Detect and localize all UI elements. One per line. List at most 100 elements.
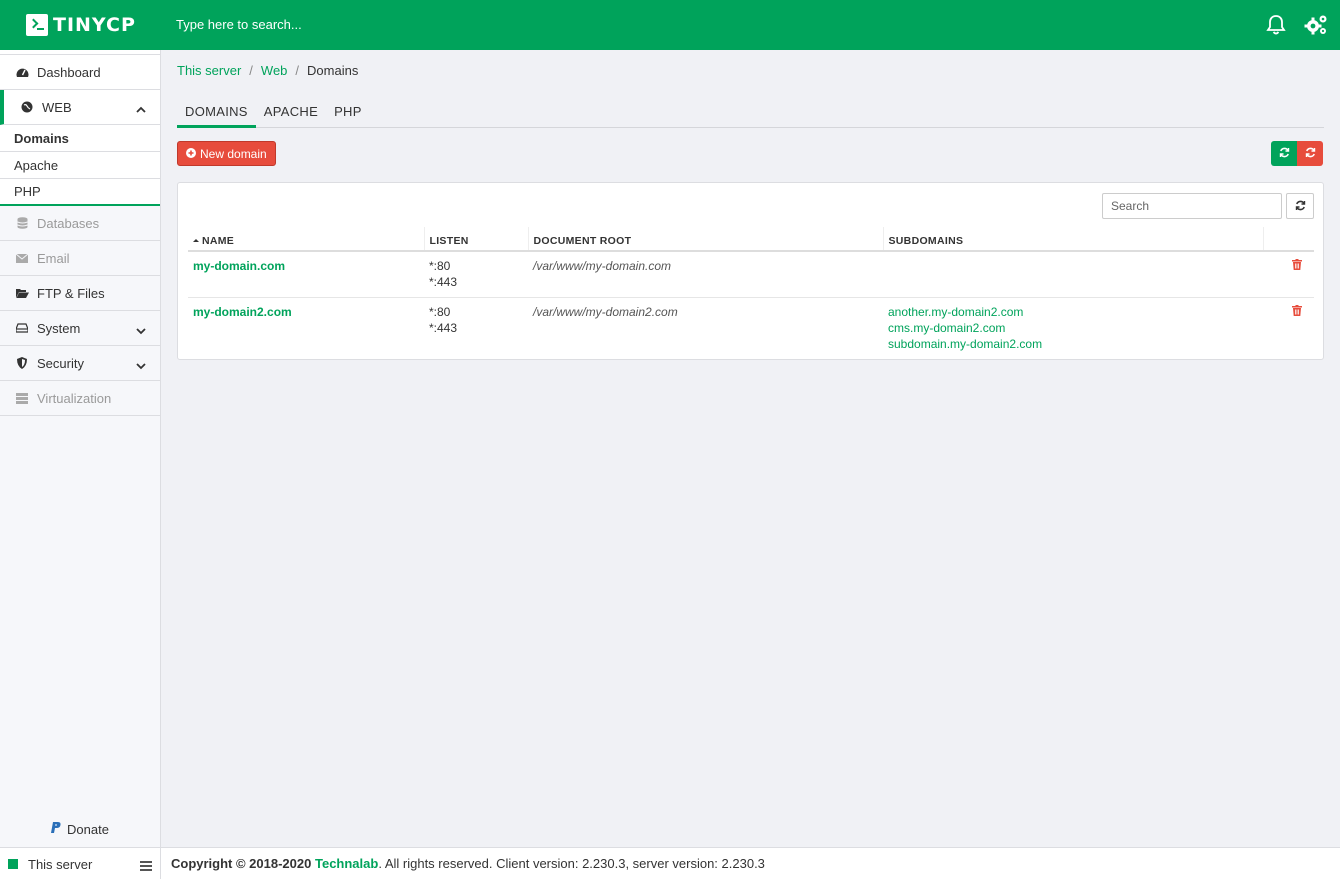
sidebar-item-label: Virtualization xyxy=(37,390,112,406)
globe-icon xyxy=(20,100,34,114)
chevron-down-icon xyxy=(136,323,146,338)
tab-apache[interactable]: APACHE xyxy=(256,100,326,128)
sidebar-subitem-domains[interactable]: Domains xyxy=(0,125,160,152)
listen-value: *:80 xyxy=(429,259,451,273)
sidebar-item-dashboard[interactable]: Dashboard xyxy=(0,55,160,90)
breadcrumb-separator: / xyxy=(249,63,253,78)
sidebar: Dashboard WEB Domains Apache PHP Databas… xyxy=(0,50,161,847)
subdomain-link[interactable]: cms.my-domain2.com xyxy=(888,320,1258,336)
version-info: . All rights reserved. Client version: 2… xyxy=(378,856,765,871)
shield-icon xyxy=(15,356,29,370)
footer: This server Copyright © 2018-2020 Techna… xyxy=(0,847,1340,879)
server-selector[interactable]: This server xyxy=(0,848,161,879)
global-search-input[interactable] xyxy=(176,0,776,50)
donate-link[interactable]: Donate xyxy=(0,822,160,837)
column-header-listen[interactable]: LISTEN xyxy=(423,227,528,252)
domains-table: NAME LISTEN DOCUMENT ROOT SUBDOMAINS my-… xyxy=(188,227,1314,359)
server-list-icon[interactable] xyxy=(140,859,152,874)
listen-value: *:443 xyxy=(429,321,458,335)
breadcrumb: This server / Web / Domains xyxy=(177,63,358,78)
logo-text: TINYCP xyxy=(53,14,136,36)
server-icon xyxy=(15,391,29,405)
subdomain-link[interactable]: another.my-domain2.com xyxy=(888,304,1258,320)
trash-icon[interactable] xyxy=(1292,305,1302,319)
subdomains-cell: another.my-domain2.com cms.my-domain2.co… xyxy=(883,298,1263,360)
sidebar-subitem-php[interactable]: PHP xyxy=(0,179,160,206)
table-search-input[interactable] xyxy=(1102,193,1282,219)
logo[interactable]: TINYCP xyxy=(0,0,160,50)
footer-copyright: Copyright © 2018-2020 Technalab. All rig… xyxy=(171,848,765,879)
dashboard-icon xyxy=(15,65,29,79)
column-header-document-root[interactable]: DOCUMENT ROOT xyxy=(527,227,883,252)
chevron-up-icon xyxy=(136,102,146,117)
brand-link[interactable]: Technalab xyxy=(315,856,378,871)
table-row: my-domain.com *:80 *:443 /var/www/my-doma… xyxy=(188,251,1314,298)
terminal-icon xyxy=(26,14,48,36)
sidebar-item-label: Dashboard xyxy=(37,64,101,80)
table-header-row: NAME LISTEN DOCUMENT ROOT SUBDOMAINS xyxy=(188,227,1314,252)
column-header-actions xyxy=(1262,227,1314,252)
sidebar-item-label: WEB xyxy=(42,99,72,115)
breadcrumb-separator: / xyxy=(295,63,300,78)
new-domain-label: New domain xyxy=(200,146,267,161)
subdomain-link[interactable]: subdomain.my-domain2.com xyxy=(888,336,1258,352)
sort-asc-icon xyxy=(193,235,199,247)
tab-bar: DOMAINS APACHE PHP xyxy=(177,100,1324,128)
domain-name-link[interactable]: my-domain.com xyxy=(193,259,285,273)
tab-domains[interactable]: DOMAINS xyxy=(177,100,256,128)
hdd-icon xyxy=(15,321,29,335)
refresh-icon xyxy=(1305,146,1316,161)
sidebar-item-label: Email xyxy=(37,250,70,266)
sidebar-subitem-apache[interactable]: Apache xyxy=(0,152,160,179)
copyright-label: Copyright © 2018-2020 xyxy=(171,856,312,871)
server-label: This server xyxy=(28,856,93,872)
column-header-name[interactable]: NAME xyxy=(188,227,424,252)
database-icon xyxy=(15,216,29,230)
plus-circle-icon xyxy=(186,147,196,161)
sidebar-item-label: FTP & Files xyxy=(37,285,105,301)
sidebar-item-web[interactable]: WEB xyxy=(0,90,160,125)
sidebar-item-security[interactable]: Security xyxy=(0,346,160,381)
bell-icon[interactable] xyxy=(1264,13,1288,37)
sidebar-subitem-label: Apache xyxy=(14,157,59,173)
listen-value: *:80 xyxy=(429,305,451,319)
trash-icon[interactable] xyxy=(1292,259,1302,273)
folder-open-icon xyxy=(15,286,29,300)
new-domain-button[interactable]: New domain xyxy=(177,141,276,166)
listen-value: *:443 xyxy=(429,275,458,289)
table-row: my-domain2.com *:80 *:443 /var/www/my-dom… xyxy=(188,298,1314,360)
gears-icon[interactable] xyxy=(1304,13,1328,37)
sidebar-item-virtualization[interactable]: Virtualization xyxy=(0,381,160,416)
donate-label: Donate xyxy=(67,822,109,837)
sidebar-subitem-label: PHP xyxy=(14,184,41,199)
sync-green-button[interactable] xyxy=(1271,141,1297,166)
document-root-value: /var/www/my-domain.com xyxy=(533,259,672,273)
sync-button-group xyxy=(1271,141,1323,166)
sidebar-item-system[interactable]: System xyxy=(0,311,160,346)
breadcrumb-web[interactable]: Web xyxy=(261,63,288,78)
breadcrumb-this-server[interactable]: This server xyxy=(177,63,241,78)
envelope-icon xyxy=(15,251,29,265)
column-header-label: NAME xyxy=(202,234,235,247)
sidebar-item-label: Databases xyxy=(37,215,100,231)
breadcrumb-current: Domains xyxy=(307,63,359,78)
sidebar-subitem-label: Domains xyxy=(14,130,69,146)
document-root-value: /var/www/my-domain2.com xyxy=(533,305,678,319)
sidebar-item-ftp-files[interactable]: FTP & Files xyxy=(0,276,160,311)
sidebar-item-label: System xyxy=(37,320,81,336)
sync-red-button[interactable] xyxy=(1297,141,1323,166)
sidebar-item-label: Security xyxy=(37,355,84,371)
domain-name-link[interactable]: my-domain2.com xyxy=(193,305,292,319)
sidebar-item-databases[interactable]: Databases xyxy=(0,206,160,241)
sidebar-item-email[interactable]: Email xyxy=(0,241,160,276)
server-status-indicator xyxy=(8,859,18,869)
refresh-icon xyxy=(1279,146,1290,161)
domains-panel: NAME LISTEN DOCUMENT ROOT SUBDOMAINS my-… xyxy=(177,182,1324,360)
top-bar: TINYCP xyxy=(0,0,1340,50)
paypal-icon xyxy=(51,822,61,837)
subdomains-cell xyxy=(883,251,1263,298)
table-refresh-button[interactable] xyxy=(1286,193,1314,219)
main-content: This server / Web / Domains DOMAINS APAC… xyxy=(161,50,1340,847)
tab-php[interactable]: PHP xyxy=(326,100,370,128)
column-header-subdomains[interactable]: SUBDOMAINS xyxy=(882,227,1263,252)
